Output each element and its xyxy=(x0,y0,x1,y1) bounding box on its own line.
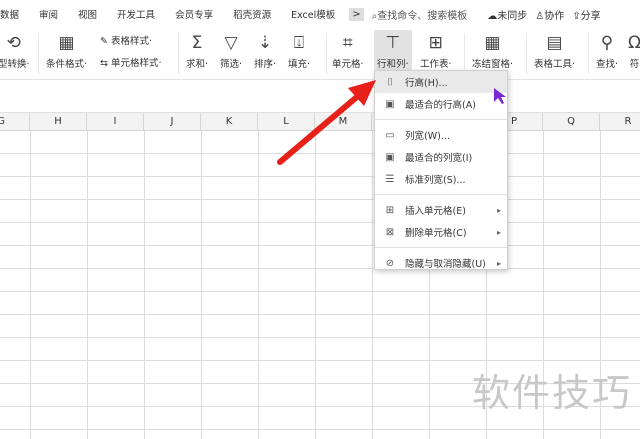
red-arrow-shaft xyxy=(277,93,361,165)
watermark: 软件技巧 xyxy=(471,371,632,415)
cursor-icon xyxy=(494,88,506,104)
